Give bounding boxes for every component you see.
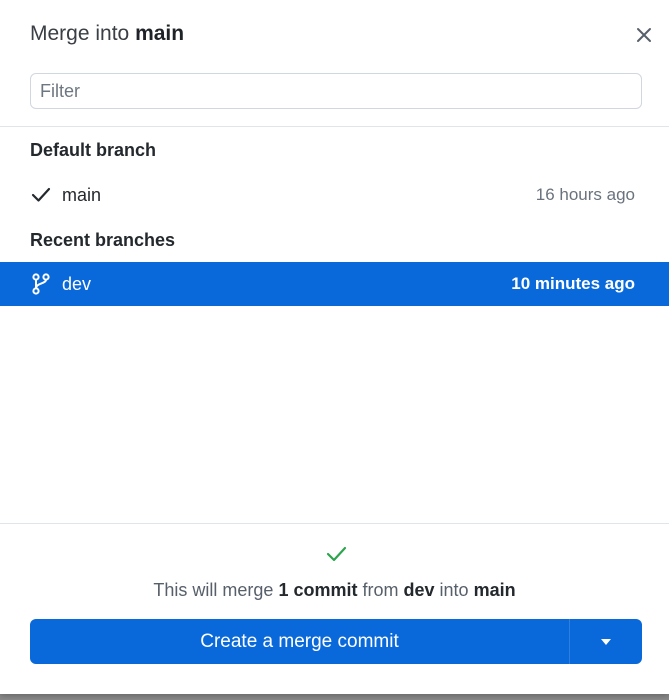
summary-target-branch: main xyxy=(473,580,516,600)
branch-row-main[interactable]: main 16 hours ago xyxy=(0,173,669,217)
close-icon xyxy=(637,28,651,42)
filter-input[interactable] xyxy=(30,73,642,109)
merge-button-group: Create a merge commit xyxy=(30,619,642,664)
branch-name: main xyxy=(62,184,102,205)
recent-branches-heading: Recent branches xyxy=(30,230,176,250)
create-merge-commit-button[interactable]: Create a merge commit xyxy=(30,619,569,664)
summary-commit-count: 1 commit xyxy=(278,580,358,600)
summary-source-branch: dev xyxy=(403,580,435,600)
header-divider xyxy=(0,126,669,127)
summary-text: into xyxy=(434,580,474,600)
git-branch-icon xyxy=(30,273,52,295)
close-button[interactable] xyxy=(633,24,655,46)
merge-status-check-icon xyxy=(326,546,347,562)
summary-text: from xyxy=(357,580,404,600)
default-branch-heading: Default branch xyxy=(30,140,157,160)
check-icon xyxy=(30,184,52,206)
merge-dialog: Merge into main Default branch main 16 h… xyxy=(0,0,669,694)
merge-summary: This will merge 1 commit from dev into m… xyxy=(0,580,669,601)
footer-divider xyxy=(0,523,669,524)
branch-name: dev xyxy=(62,273,92,294)
caret-down-icon xyxy=(601,638,611,645)
branch-time: 16 hours ago xyxy=(535,185,635,204)
merge-options-dropdown-button[interactable] xyxy=(570,619,642,664)
dialog-title-branch: main xyxy=(135,22,185,45)
dialog-title-prefix: Merge into xyxy=(30,22,136,45)
dialog-title: Merge into main xyxy=(30,22,184,50)
branch-row-dev[interactable]: dev 10 minutes ago xyxy=(0,262,669,306)
branch-time: 10 minutes ago xyxy=(511,274,635,293)
summary-text: This will merge xyxy=(153,580,279,600)
